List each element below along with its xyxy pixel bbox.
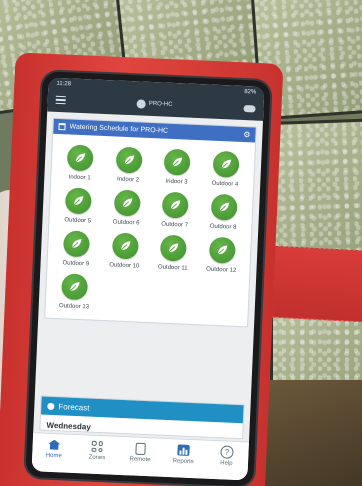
leaf-icon xyxy=(161,191,190,219)
forecast-card: Forecast Wednesday xyxy=(39,395,245,440)
zone-button[interactable]: Outdoor 10 xyxy=(100,232,150,271)
zone-label: Indoor 3 xyxy=(165,178,188,186)
zone-button[interactable]: Outdoor 12 xyxy=(197,236,247,275)
status-time: 11:28 xyxy=(56,80,72,88)
zone-label: Outdoor 12 xyxy=(206,266,237,274)
leaf-icon xyxy=(63,230,91,258)
reports-icon xyxy=(177,444,190,456)
nav-label: Zones xyxy=(88,454,106,462)
zone-label: Indoor 2 xyxy=(116,176,140,184)
forecast-title: Forecast xyxy=(58,401,90,413)
nav-label: Help xyxy=(220,460,233,467)
leaf-icon xyxy=(65,187,93,215)
zone-button[interactable]: Outdoor 9 xyxy=(51,230,101,269)
leaf-icon xyxy=(212,150,240,178)
nav-home[interactable]: Home xyxy=(36,437,73,460)
zone-button[interactable]: Outdoor 11 xyxy=(148,234,198,273)
smartphone: 11:28 82% PRO-HC Watering Schedule for P… xyxy=(25,71,271,486)
leaf-icon xyxy=(160,234,188,262)
case-strap xyxy=(260,245,362,323)
zone-label: Outdoor 4 xyxy=(211,180,239,188)
leaf-icon xyxy=(61,273,89,301)
zone-label: Indoor 1 xyxy=(68,174,91,182)
status-battery: 82% xyxy=(244,89,257,96)
zone-button[interactable]: Outdoor 13 xyxy=(50,273,100,312)
gear-icon[interactable]: ⚙ xyxy=(243,130,251,139)
bottom-nav: Home Zones Remote Reports ? Help xyxy=(31,432,250,481)
zone-button[interactable]: Outdoor 7 xyxy=(150,191,200,230)
leaf-icon xyxy=(113,189,141,217)
zone-label: Outdoor 11 xyxy=(157,264,188,272)
zone-button[interactable]: Outdoor 4 xyxy=(201,150,251,189)
leaf-icon xyxy=(208,236,236,264)
nav-help[interactable]: ? Help xyxy=(208,445,245,468)
cloud-icon xyxy=(243,104,256,113)
zone-label: Outdoor 10 xyxy=(109,262,140,270)
zone-label: Outdoor 9 xyxy=(62,260,90,268)
nav-label: Home xyxy=(45,452,62,460)
leaf-icon xyxy=(111,232,139,260)
nav-label: Remote xyxy=(129,456,151,464)
remote-icon xyxy=(135,442,146,455)
nav-label: Reports xyxy=(172,458,194,466)
zone-label: Outdoor 8 xyxy=(209,223,237,231)
zone-label: Outdoor 6 xyxy=(112,219,140,227)
controller-label: PRO-HC xyxy=(148,100,173,108)
calendar-icon xyxy=(58,122,66,131)
leaf-icon xyxy=(66,144,95,172)
zone-grid: Indoor 1 Indoor 2 Indoor 3 Outdoor 4 Outdoor… xyxy=(45,134,255,327)
leaf-icon xyxy=(210,193,238,221)
controller-icon xyxy=(136,98,146,109)
zone-button[interactable]: Indoor 1 xyxy=(55,144,105,183)
nav-reports[interactable]: Reports xyxy=(165,443,202,466)
controller-selector[interactable]: PRO-HC xyxy=(136,98,173,110)
zone-label: Outdoor 13 xyxy=(58,303,90,311)
zone-label: Outdoor 5 xyxy=(64,217,92,225)
zone-button[interactable]: Indoor 2 xyxy=(104,146,154,185)
zone-button[interactable]: Outdoor 6 xyxy=(102,189,152,228)
help-icon: ? xyxy=(220,445,234,459)
photo-background: 11:28 82% PRO-HC Watering Schedule for P… xyxy=(0,0,362,486)
zone-button[interactable]: Outdoor 8 xyxy=(199,193,249,232)
zone-button[interactable]: Outdoor 5 xyxy=(53,187,103,226)
home-icon xyxy=(48,439,60,450)
nav-remote[interactable]: Remote xyxy=(122,441,159,464)
leaf-icon xyxy=(115,146,143,174)
watering-schedule-card: Watering Schedule for PRO-HC ⚙ Indoor 1I… xyxy=(44,117,257,328)
zones-grid-icon xyxy=(91,440,104,453)
schedule-title: Watering Schedule for PRO-HC xyxy=(69,123,169,135)
menu-icon[interactable] xyxy=(55,95,66,105)
info-icon xyxy=(47,402,55,410)
app-top-bar: 11:28 82% PRO-HC xyxy=(47,77,265,121)
zone-label: Outdoor 7 xyxy=(161,221,189,229)
phone-screen: 11:28 82% PRO-HC Watering Schedule for P… xyxy=(31,77,265,481)
zone-button[interactable]: Indoor 3 xyxy=(152,148,202,187)
nav-zones[interactable]: Zones xyxy=(79,439,116,462)
leaf-icon xyxy=(163,148,191,176)
